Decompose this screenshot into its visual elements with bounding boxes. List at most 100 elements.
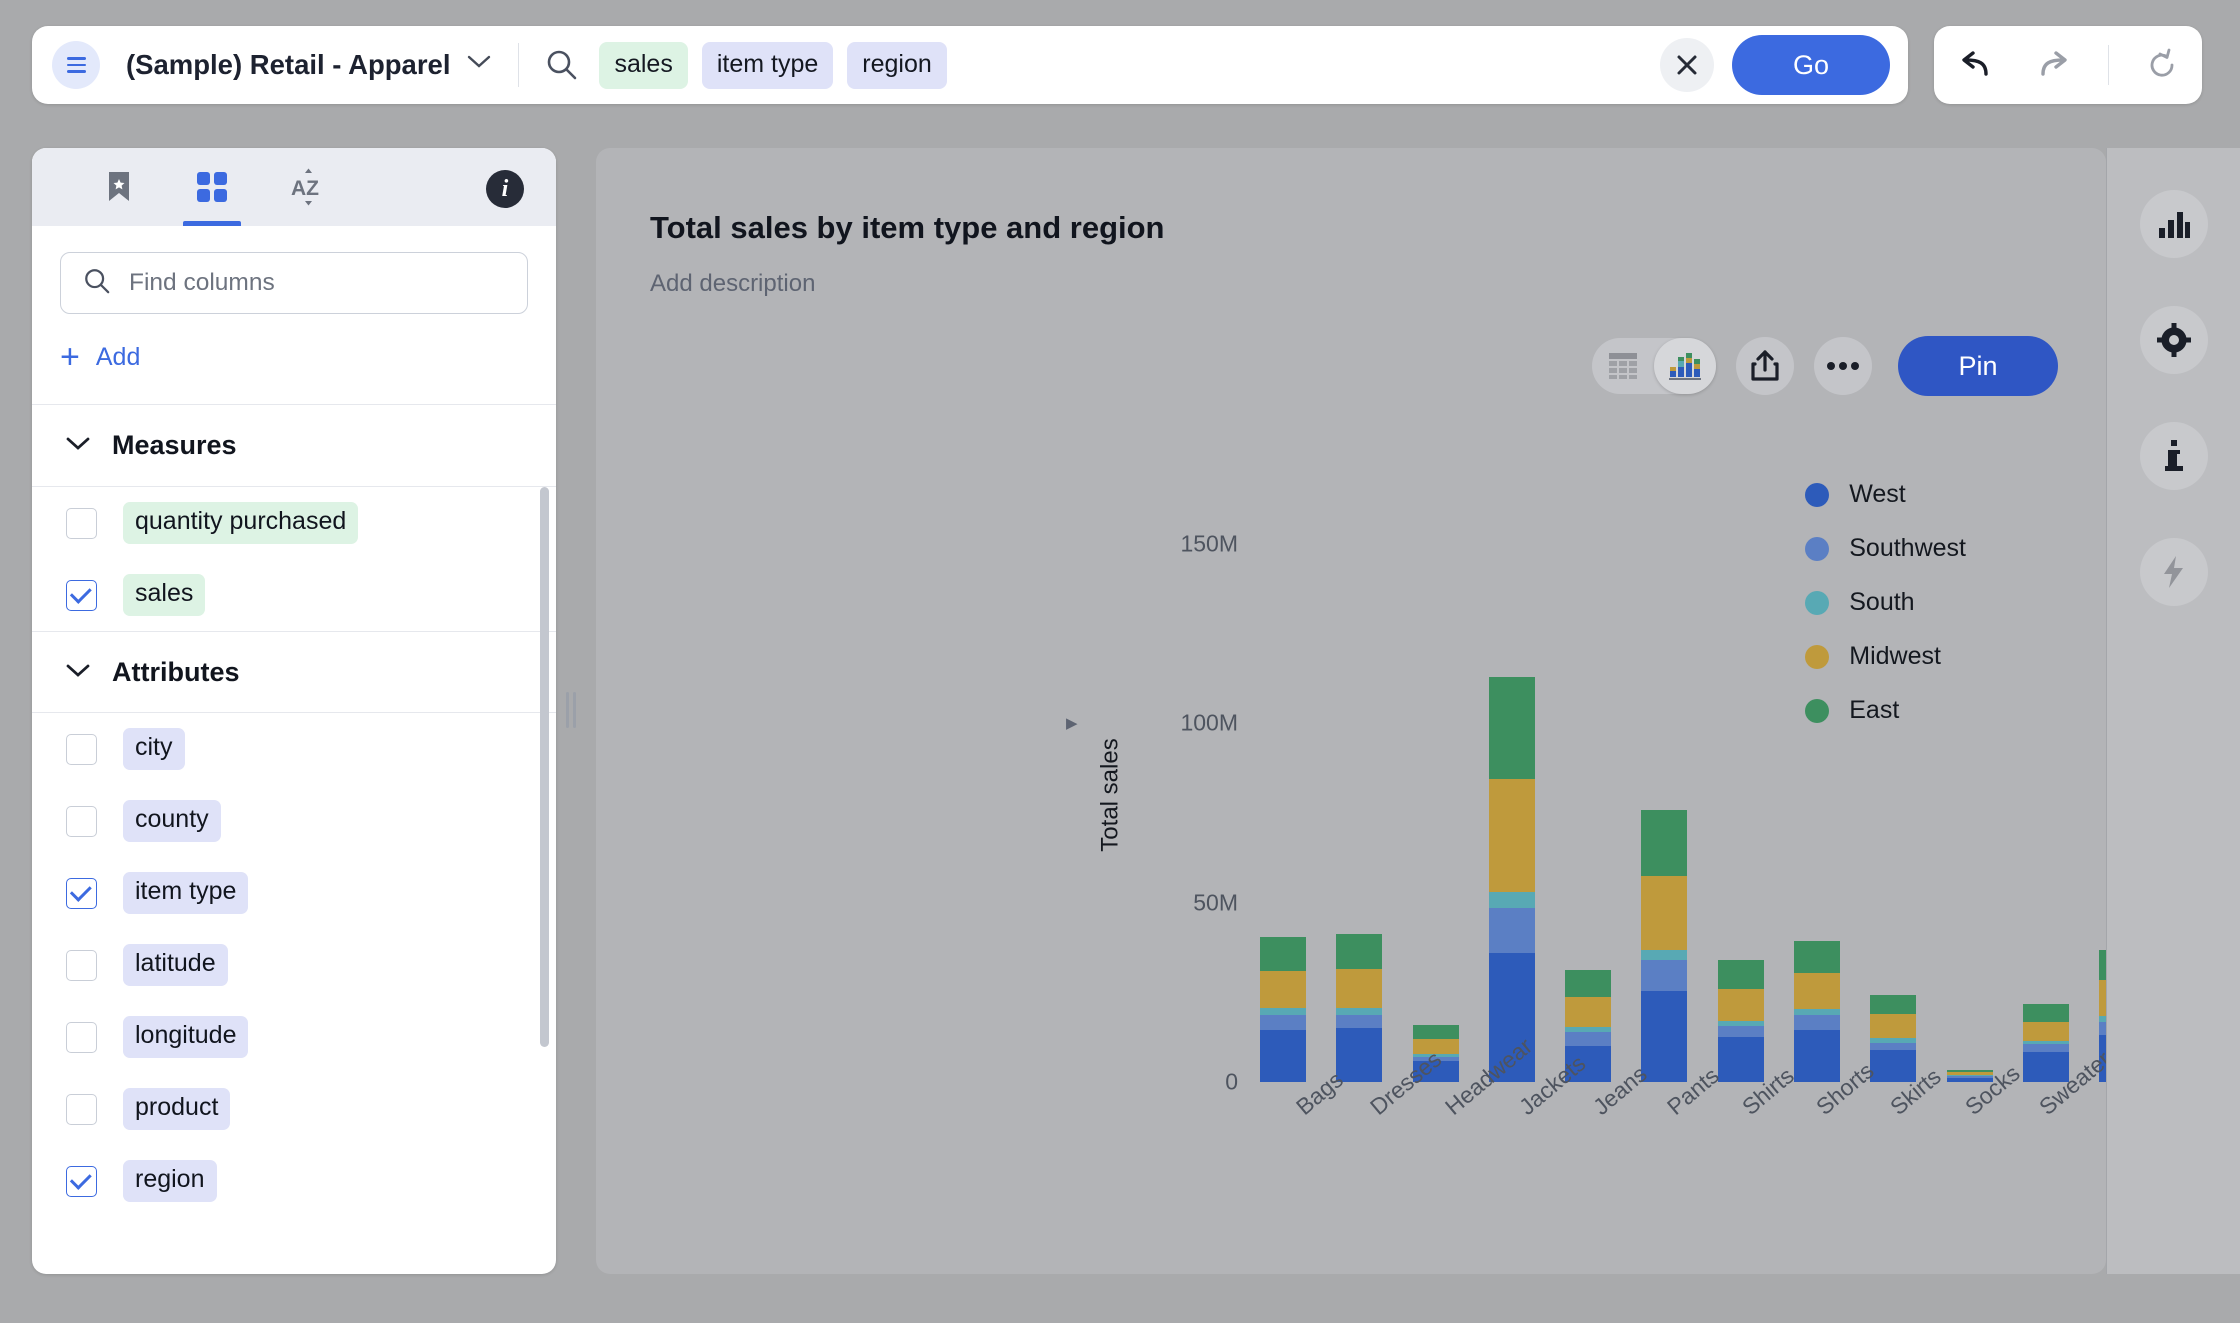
bar-segment-southwest[interactable] xyxy=(1336,1014,1383,1029)
bar-segment-south[interactable] xyxy=(1641,950,1688,961)
search-token-region[interactable]: region xyxy=(847,41,947,89)
bar-segment-southwest[interactable] xyxy=(1870,1042,1917,1050)
bar-segment-midwest[interactable] xyxy=(1870,1014,1917,1038)
share-button[interactable] xyxy=(1736,337,1794,395)
sidebar-scrollbar[interactable] xyxy=(540,487,549,1047)
clear-search-button[interactable] xyxy=(1660,38,1714,92)
bar-segment-east[interactable] xyxy=(1488,676,1535,779)
undo-icon[interactable] xyxy=(1946,37,2002,93)
sidebar-tab-columns[interactable] xyxy=(183,148,241,226)
column-row-product[interactable]: product xyxy=(32,1073,556,1145)
search-token-sales[interactable]: sales xyxy=(599,41,688,89)
bar-dresses[interactable] xyxy=(1336,933,1383,1082)
chart-view-button[interactable] xyxy=(1654,338,1716,394)
column-checkbox[interactable] xyxy=(66,805,97,837)
column-label[interactable]: sales xyxy=(123,574,206,616)
bar-segment-west[interactable] xyxy=(1336,1028,1383,1082)
bar-segment-southwest[interactable] xyxy=(2022,1044,2069,1052)
bar-segment-west[interactable] xyxy=(1717,1037,1764,1082)
bar-segment-east[interactable] xyxy=(2099,949,2106,981)
column-label[interactable]: quantity purchased xyxy=(123,502,359,544)
bar-shorts[interactable] xyxy=(1793,941,1840,1082)
column-checkbox[interactable] xyxy=(66,733,97,765)
column-checkbox[interactable] xyxy=(66,579,97,611)
search-token-item-type[interactable]: item type xyxy=(701,41,834,89)
bar-segment-midwest[interactable] xyxy=(1641,876,1688,951)
group-header-measures[interactable]: Measures xyxy=(32,405,556,487)
bar-segment-west[interactable] xyxy=(1260,1029,1306,1082)
find-columns-box[interactable] xyxy=(60,252,528,314)
bar-segment-southwest[interactable] xyxy=(1793,1014,1840,1030)
column-checkbox[interactable] xyxy=(66,1021,97,1053)
bar-segment-midwest[interactable] xyxy=(1488,778,1535,892)
group-header-attributes[interactable]: Attributes xyxy=(32,631,556,713)
column-row-sales[interactable]: sales xyxy=(32,559,556,631)
hamburger-icon[interactable] xyxy=(52,41,100,89)
column-row-quantity-purchased[interactable]: quantity purchased xyxy=(32,487,556,559)
column-row-item-type[interactable]: item type xyxy=(32,857,556,929)
bar-segment-west[interactable] xyxy=(1793,1029,1840,1082)
bar-segment-east[interactable] xyxy=(1870,994,1917,1015)
datasource-title[interactable]: (Sample) Retail - Apparel xyxy=(126,49,450,81)
bar-segment-midwest[interactable] xyxy=(1565,996,1612,1028)
chevron-down-icon[interactable] xyxy=(466,54,492,76)
column-row-county[interactable]: county xyxy=(32,785,556,857)
column-checkbox[interactable] xyxy=(66,1165,97,1197)
bar-segment-east[interactable] xyxy=(1336,933,1383,970)
bar-segment-southwest[interactable] xyxy=(2099,1021,2106,1036)
column-checkbox[interactable] xyxy=(66,1093,97,1125)
pin-button[interactable]: Pin xyxy=(1898,336,2058,396)
bar-segment-east[interactable] xyxy=(1641,810,1688,877)
bar-segment-southwest[interactable] xyxy=(1717,1025,1764,1038)
bar-segment-midwest[interactable] xyxy=(1793,973,1840,1010)
redo-icon[interactable] xyxy=(2027,37,2083,93)
insights-icon[interactable] xyxy=(2139,538,2208,606)
more-options-button[interactable] xyxy=(1814,337,1872,395)
sidebar-tab-sort[interactable]: AZ xyxy=(290,148,330,226)
bar-segment-southwest[interactable] xyxy=(1260,1014,1306,1030)
column-label[interactable]: product xyxy=(123,1088,231,1130)
bar-segment-southwest[interactable] xyxy=(1488,908,1535,953)
legend-item-west[interactable]: West xyxy=(1805,480,1966,509)
sidebar-tab-bookmark[interactable] xyxy=(104,148,134,226)
column-label[interactable]: longitude xyxy=(123,1016,249,1058)
column-row-region[interactable]: region xyxy=(32,1145,556,1217)
bar-segment-south[interactable] xyxy=(1488,891,1535,909)
column-label[interactable]: city xyxy=(123,728,185,770)
bar-segment-midwest[interactable] xyxy=(1260,970,1306,1009)
chart-config-icon[interactable] xyxy=(2139,190,2208,258)
bar-segment-southwest[interactable] xyxy=(1565,1031,1612,1047)
table-view-button[interactable] xyxy=(1592,338,1654,394)
bar-jackets[interactable] xyxy=(1488,676,1535,1082)
reset-icon[interactable] xyxy=(2134,37,2190,93)
bar-segment-southwest[interactable] xyxy=(1641,960,1688,991)
add-description-button[interactable]: Add description xyxy=(650,270,815,298)
bar-shirts[interactable] xyxy=(1717,960,1764,1082)
column-checkbox[interactable] xyxy=(66,949,97,981)
bar-segment-midwest[interactable] xyxy=(2022,1021,2069,1042)
column-label[interactable]: latitude xyxy=(123,944,228,986)
panel-resize-handle[interactable] xyxy=(562,690,580,730)
bar-segment-midwest[interactable] xyxy=(2099,980,2106,1017)
bar-segment-midwest[interactable] xyxy=(1336,969,1383,1009)
bar-segment-east[interactable] xyxy=(1793,941,1840,974)
sidebar-info-icon[interactable]: i xyxy=(486,170,524,208)
column-label[interactable]: county xyxy=(123,800,221,842)
bar-segment-midwest[interactable] xyxy=(1717,989,1764,1022)
column-label[interactable]: region xyxy=(123,1160,217,1202)
bar-skirts[interactable] xyxy=(1870,994,1917,1082)
column-row-city[interactable]: city xyxy=(32,713,556,785)
column-checkbox[interactable] xyxy=(66,507,97,539)
go-button[interactable]: Go xyxy=(1732,35,1890,95)
bar-bags[interactable] xyxy=(1260,936,1306,1082)
bar-segment-west[interactable] xyxy=(1641,990,1688,1082)
find-columns-input[interactable] xyxy=(129,269,459,297)
column-row-longitude[interactable]: longitude xyxy=(32,1001,556,1073)
bar-segment-east[interactable] xyxy=(1565,969,1612,997)
column-row-latitude[interactable]: latitude xyxy=(32,929,556,1001)
bar-sweaters[interactable] xyxy=(2022,1003,2069,1082)
bar-segment-east[interactable] xyxy=(1717,960,1764,990)
settings-icon[interactable] xyxy=(2139,306,2208,374)
bar-segment-east[interactable] xyxy=(1412,1025,1459,1040)
bar-segment-east[interactable] xyxy=(1260,936,1306,971)
